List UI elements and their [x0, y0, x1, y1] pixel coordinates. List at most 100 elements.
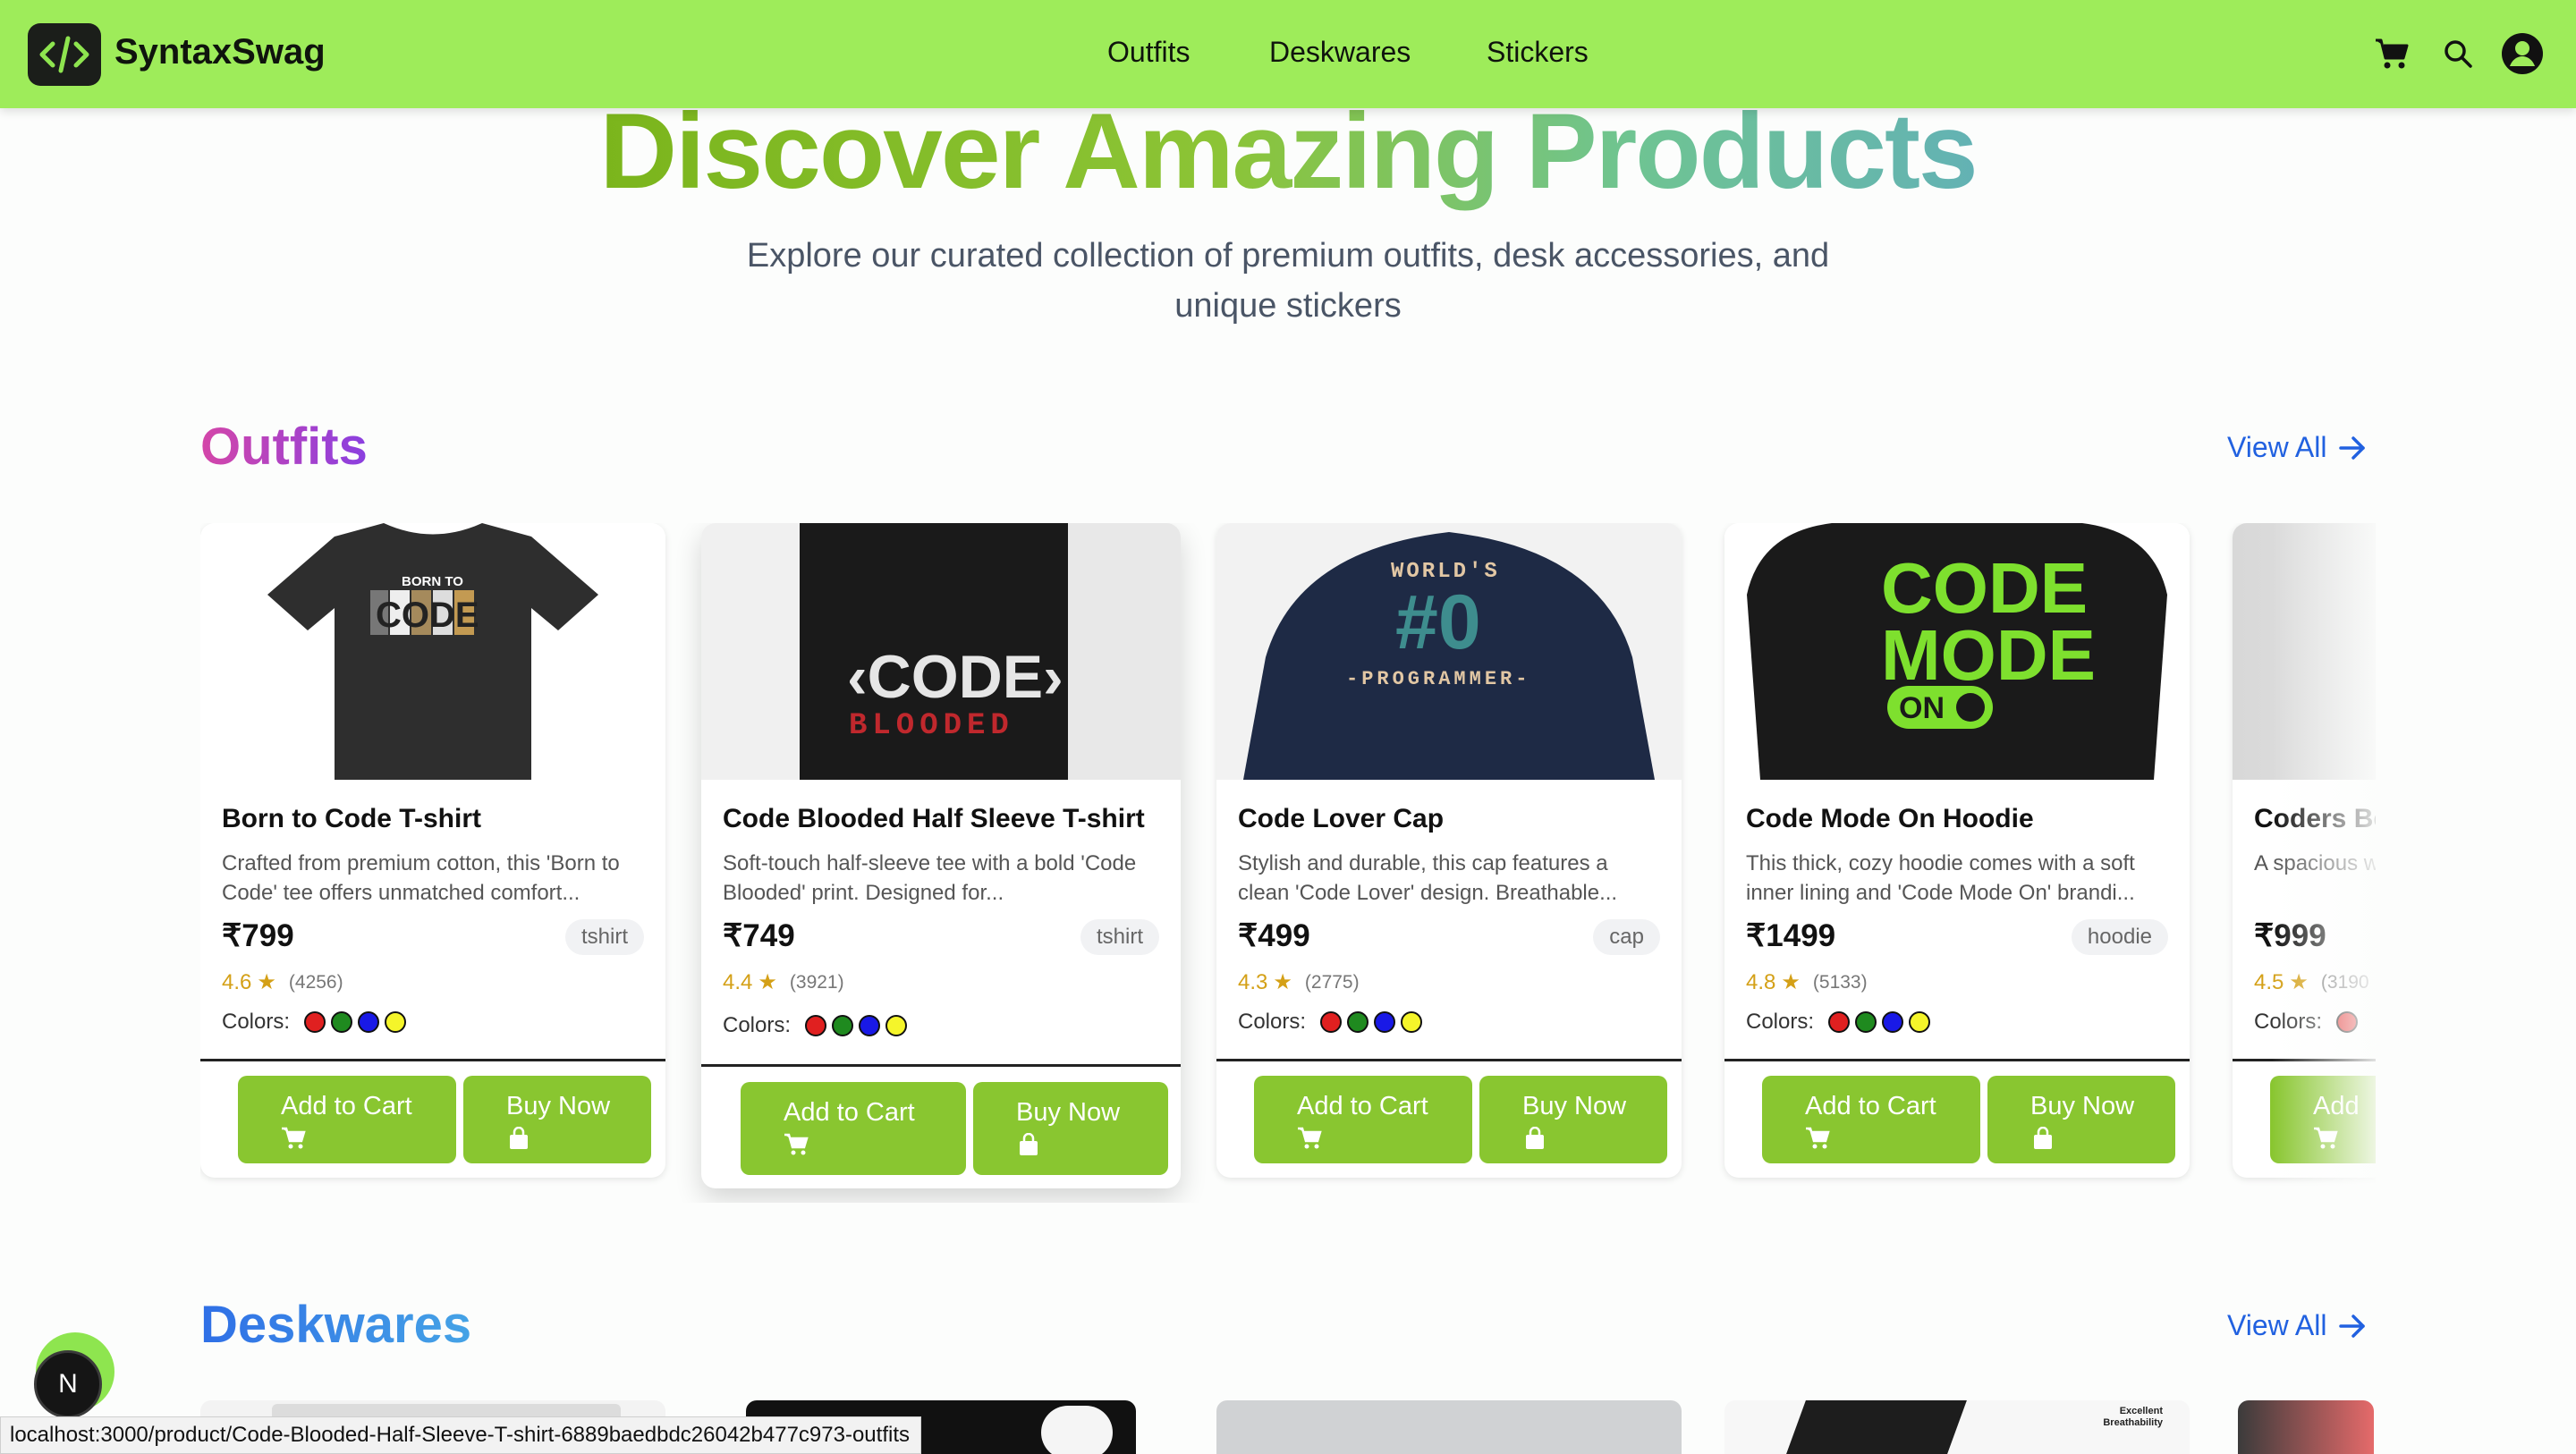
nav-link-deskwares[interactable]: Deskwares: [1269, 36, 1411, 69]
card-divider: [1724, 1059, 2190, 1061]
product-image-tshirt[interactable]: ‹CODE› BLOODED: [701, 523, 1181, 780]
product-price: ₹1499: [1746, 918, 1836, 953]
review-count: (2775): [1304, 971, 1360, 993]
product-description: This thick, cozy hoodie comes with a sof…: [1746, 851, 2135, 905]
color-swatch-red[interactable]: [805, 1015, 827, 1036]
product-title[interactable]: Born to Code T-shirt: [222, 804, 481, 834]
deskwares-view-all-link[interactable]: View All: [2227, 1309, 2366, 1342]
product-price: ₹799: [222, 918, 294, 953]
product-card-code-lover-cap[interactable]: WORLD'S #0 -PROGRAMMER- Code Lover Cap S…: [1216, 523, 1682, 1178]
user-icon[interactable]: [2501, 32, 2544, 75]
product-rating: 4.6 ★ (4256): [222, 969, 343, 995]
category-tag: tshirt: [1080, 919, 1159, 955]
product-title[interactable]: Coders Be: [2254, 804, 2376, 834]
color-swatch-yellow[interactable]: [1909, 1011, 1931, 1033]
color-swatch-green[interactable]: [331, 1011, 353, 1033]
product-card-code-blooded[interactable]: ‹CODE› BLOODED Code Blooded Half Sleeve …: [701, 523, 1181, 1188]
rating-value: 4.6: [222, 969, 252, 994]
svg-text:ON: ON: [1899, 691, 1945, 725]
rating-value: 4.5: [2254, 969, 2284, 994]
color-swatch-red[interactable]: [1320, 1011, 1343, 1033]
view-all-label: View All: [2227, 431, 2327, 463]
color-swatch-yellow[interactable]: [886, 1015, 908, 1036]
product-description: Soft-touch half-sleeve tee with a bold '…: [723, 851, 1137, 905]
product-image-hoodie[interactable]: CODE MODE ON: [1724, 523, 2190, 780]
add-to-cart-button[interactable]: Add to Cart: [238, 1076, 456, 1163]
color-options: Colors:: [2254, 1010, 2359, 1035]
color-swatch-red[interactable]: [1828, 1011, 1851, 1033]
product-card-coders-be[interactable]: Coders Be A spacious with 'Code ₹999 4.5…: [2233, 523, 2376, 1178]
product-rating: 4.8 ★ (5133): [1746, 969, 1868, 995]
review-count: (4256): [288, 971, 343, 993]
shopping-bag-icon: [1020, 1133, 1038, 1155]
star-icon: ★: [2289, 970, 2309, 994]
buy-now-button[interactable]: Buy Now: [1479, 1076, 1667, 1163]
product-description: A spacious with 'Code: [2254, 849, 2376, 878]
shopping-bag-icon: [1526, 1127, 1544, 1149]
nav-link-stickers[interactable]: Stickers: [1487, 36, 1589, 69]
product-card-born-to-code[interactable]: BORN TO CODE Born to Code T-shirt Crafte…: [200, 523, 665, 1178]
review-count: (3921): [789, 971, 844, 993]
cart-icon[interactable]: [2370, 32, 2413, 75]
category-tag: tshirt: [564, 919, 644, 955]
outfits-view-all-link[interactable]: View All: [2227, 431, 2366, 464]
color-swatch-green[interactable]: [1855, 1011, 1877, 1033]
add-to-cart-button[interactable]: Add to Cart: [1762, 1076, 1980, 1163]
color-swatch-red[interactable]: [2336, 1011, 2359, 1033]
cart-icon: [1806, 1127, 1830, 1149]
svg-text:BLOODED: BLOODED: [849, 709, 1014, 743]
product-image-tshirt[interactable]: BORN TO CODE: [200, 523, 665, 780]
product-title[interactable]: Code Blooded Half Sleeve T-shirt: [723, 804, 1145, 834]
product-image-cap[interactable]: WORLD'S #0 -PROGRAMMER-: [1216, 523, 1682, 780]
color-swatch-blue[interactable]: [859, 1015, 881, 1036]
product-description: Stylish and durable, this cap features a…: [1238, 851, 1618, 905]
color-swatch-yellow[interactable]: [385, 1011, 407, 1033]
add-to-cart-button[interactable]: Add: [2270, 1076, 2376, 1163]
product-title[interactable]: Code Lover Cap: [1238, 804, 1444, 834]
color-swatch-blue[interactable]: [1882, 1011, 1904, 1033]
nav-link-outfits[interactable]: Outfits: [1107, 36, 1190, 69]
star-icon: ★: [758, 970, 777, 994]
deskware-card-image[interactable]: [2238, 1400, 2374, 1454]
add-to-cart-button[interactable]: Add to Cart: [741, 1082, 966, 1175]
outfits-carousel: BORN TO CODE Born to Code T-shirt Crafte…: [200, 523, 2376, 1203]
add-to-cart-label: Add to Cart: [1805, 1092, 1936, 1120]
deskware-card-image[interactable]: [1216, 1400, 1682, 1454]
add-to-cart-label: Add to Cart: [784, 1098, 915, 1127]
dev-tools-n-icon[interactable]: N: [34, 1350, 102, 1418]
color-swatch-blue[interactable]: [358, 1011, 380, 1033]
product-description: Crafted from premium cotton, this 'Born …: [222, 851, 620, 905]
deskware-card-image[interactable]: Excellent Breathability: [1724, 1400, 2190, 1454]
product-rating: 4.3 ★ (2775): [1238, 969, 1360, 995]
add-to-cart-button[interactable]: Add to Cart: [1254, 1076, 1472, 1163]
color-swatch-red[interactable]: [304, 1011, 326, 1033]
top-navbar: SyntaxSwag Outfits Deskwares Stickers: [0, 0, 2576, 108]
product-title[interactable]: Code Mode On Hoodie: [1746, 804, 2034, 834]
card-divider: [2233, 1059, 2376, 1061]
product-price: ₹999: [2254, 918, 2326, 953]
card-divider: [200, 1059, 665, 1061]
color-swatch-yellow[interactable]: [1401, 1011, 1423, 1033]
shopping-bag-icon: [2034, 1127, 2052, 1149]
category-tag: hoodie: [2071, 919, 2168, 955]
color-options: Colors:: [723, 1013, 908, 1038]
arrow-right-icon: [2339, 435, 2366, 460]
product-image-bag[interactable]: [2233, 523, 2376, 780]
rating-value: 4.4: [723, 969, 753, 994]
add-to-cart-label: Add to Cart: [281, 1092, 412, 1120]
product-card-code-mode-hoodie[interactable]: CODE MODE ON Code Mode On Hoodie This th…: [1724, 523, 2190, 1178]
buy-now-button[interactable]: Buy Now: [463, 1076, 651, 1163]
add-to-cart-label: Add: [2313, 1092, 2360, 1120]
search-icon[interactable]: [2436, 32, 2479, 75]
logo-code-icon[interactable]: [28, 23, 101, 86]
buy-now-button[interactable]: Buy Now: [973, 1082, 1168, 1175]
brand-name[interactable]: SyntaxSwag: [114, 32, 326, 72]
cart-icon: [2314, 1127, 2338, 1149]
product-price: ₹499: [1238, 918, 1310, 953]
color-swatch-green[interactable]: [832, 1015, 854, 1036]
color-swatch-blue[interactable]: [1374, 1011, 1396, 1033]
color-swatch-green[interactable]: [1347, 1011, 1369, 1033]
view-all-label: View All: [2227, 1309, 2327, 1341]
buy-now-button[interactable]: Buy Now: [1987, 1076, 2175, 1163]
colors-label: Colors:: [2254, 1010, 2323, 1034]
